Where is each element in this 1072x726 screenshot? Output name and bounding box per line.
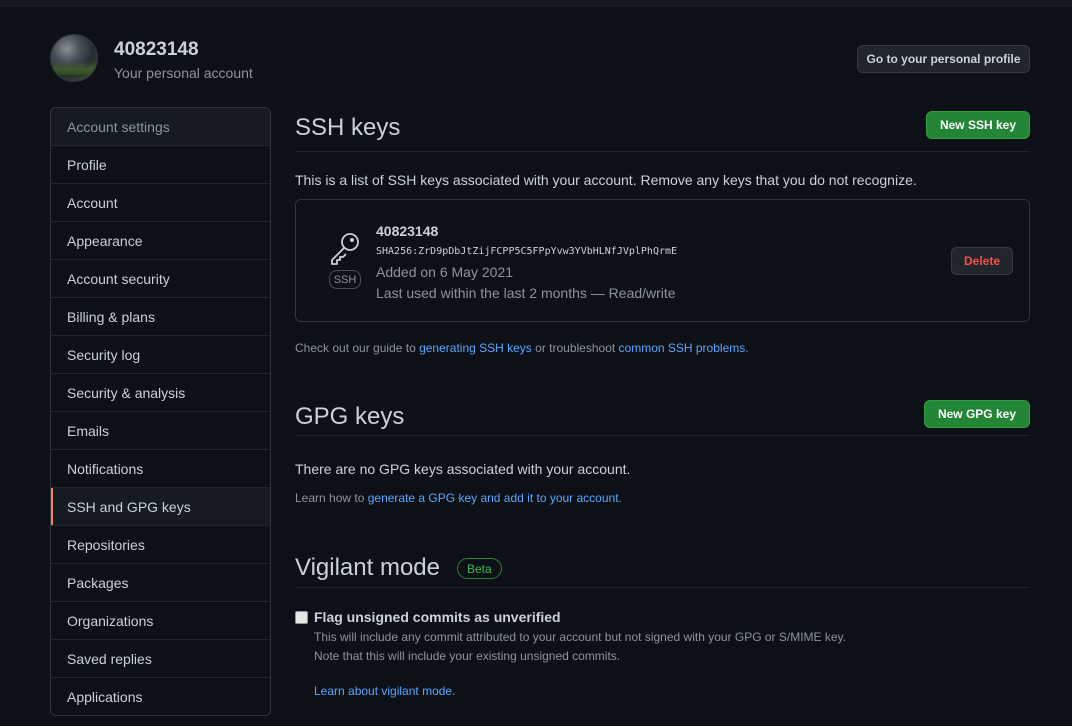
sidebar-item-packages[interactable]: Packages bbox=[51, 564, 270, 602]
key-icon bbox=[331, 233, 359, 265]
vigilant-note-1: This will include any commit attributed … bbox=[314, 630, 847, 644]
vigilant-mode-title: Vigilant mode bbox=[295, 554, 440, 581]
beta-badge: Beta bbox=[457, 558, 502, 579]
sidebar-item-emails[interactable]: Emails bbox=[51, 412, 270, 450]
account-subtitle: Your personal account bbox=[114, 65, 253, 81]
sidebar-item-ssh-gpg-keys[interactable]: SSH and GPG keys bbox=[51, 488, 270, 526]
ssh-key-last-used: Last used within the last 2 months — Rea… bbox=[376, 285, 676, 301]
flag-unsigned-commits-label[interactable]: Flag unsigned commits as unverified bbox=[314, 609, 561, 625]
gpg-keys-title: GPG keys bbox=[295, 403, 405, 430]
sidebar-item-notifications[interactable]: Notifications bbox=[51, 450, 270, 488]
learn-vigilant-mode-link[interactable]: Learn about vigilant mode. bbox=[314, 684, 455, 698]
gpg-learn-prefix: Learn how to bbox=[295, 491, 368, 505]
new-gpg-key-button[interactable]: New GPG key bbox=[923, 400, 1030, 428]
delete-ssh-key-button[interactable]: Delete bbox=[951, 247, 1013, 275]
vigilant-note-2: Note that this will include your existin… bbox=[314, 649, 621, 663]
new-ssh-key-button[interactable]: New SSH key bbox=[925, 111, 1030, 139]
account-name: 40823148 bbox=[114, 39, 199, 60]
sidebar-item-security-log[interactable]: Security log bbox=[51, 336, 270, 374]
ssh-keys-title: SSH keys bbox=[295, 114, 401, 141]
vigilant-section-header: Vigilant mode bbox=[295, 543, 1030, 588]
sidebar-item-security-analysis[interactable]: Security & analysis bbox=[51, 374, 270, 412]
ssh-guide-suffix: . bbox=[745, 341, 749, 355]
gpg-learn-note: Learn how to generate a GPG key and add … bbox=[295, 491, 622, 505]
common-ssh-problems-link[interactable]: common SSH problems bbox=[619, 341, 746, 355]
ssh-guide-note: Check out our guide to generating SSH ke… bbox=[295, 341, 749, 355]
ssh-description: This is a list of SSH keys associated wi… bbox=[295, 172, 917, 188]
ssh-guide-prefix: Check out our guide to bbox=[295, 341, 420, 355]
sidebar-item-repositories[interactable]: Repositories bbox=[51, 526, 270, 564]
ssh-section-header: SSH keys New SSH key bbox=[295, 107, 1030, 152]
sidebar-item-applications[interactable]: Applications bbox=[51, 678, 270, 715]
ssh-key-item: SSH 40823148 SHA256:ZrD9pDbJtZijFCPP5C5F… bbox=[295, 199, 1030, 322]
avatar[interactable] bbox=[50, 34, 98, 82]
sidebar-item-billing-plans[interactable]: Billing & plans bbox=[51, 298, 270, 336]
ssh-key-fingerprint: SHA256:ZrD9pDbJtZijFCPP5C5FPpYvw3YVbHLNf… bbox=[376, 246, 678, 257]
settings-sidebar: Account settings Profile Account Appeara… bbox=[50, 107, 271, 716]
flag-unsigned-commits-checkbox[interactable] bbox=[295, 611, 308, 624]
sidebar-heading: Account settings bbox=[51, 108, 270, 146]
go-to-profile-button[interactable]: Go to your personal profile bbox=[857, 45, 1030, 73]
gpg-learn-suffix: . bbox=[618, 491, 622, 505]
sidebar-item-account[interactable]: Account bbox=[51, 184, 270, 222]
gpg-section-header: GPG keys New GPG key bbox=[295, 391, 1030, 436]
sidebar-item-appearance[interactable]: Appearance bbox=[51, 222, 270, 260]
generating-ssh-keys-link[interactable]: generating SSH keys bbox=[419, 341, 532, 355]
ssh-key-title: 40823148 bbox=[376, 223, 439, 239]
top-header-strip bbox=[0, 0, 1072, 7]
sidebar-item-profile[interactable]: Profile bbox=[51, 146, 270, 184]
generate-gpg-key-link[interactable]: generate a GPG key and add it to your ac… bbox=[368, 491, 619, 505]
sidebar-item-saved-replies[interactable]: Saved replies bbox=[51, 640, 270, 678]
sidebar-item-organizations[interactable]: Organizations bbox=[51, 602, 270, 640]
sidebar-item-account-security[interactable]: Account security bbox=[51, 260, 270, 298]
ssh-key-type-badge: SSH bbox=[329, 270, 361, 289]
ssh-guide-middle: or troubleshoot bbox=[531, 341, 619, 355]
ssh-key-added-date: Added on 6 May 2021 bbox=[376, 264, 513, 280]
gpg-empty-text: There are no GPG keys associated with yo… bbox=[295, 461, 631, 477]
